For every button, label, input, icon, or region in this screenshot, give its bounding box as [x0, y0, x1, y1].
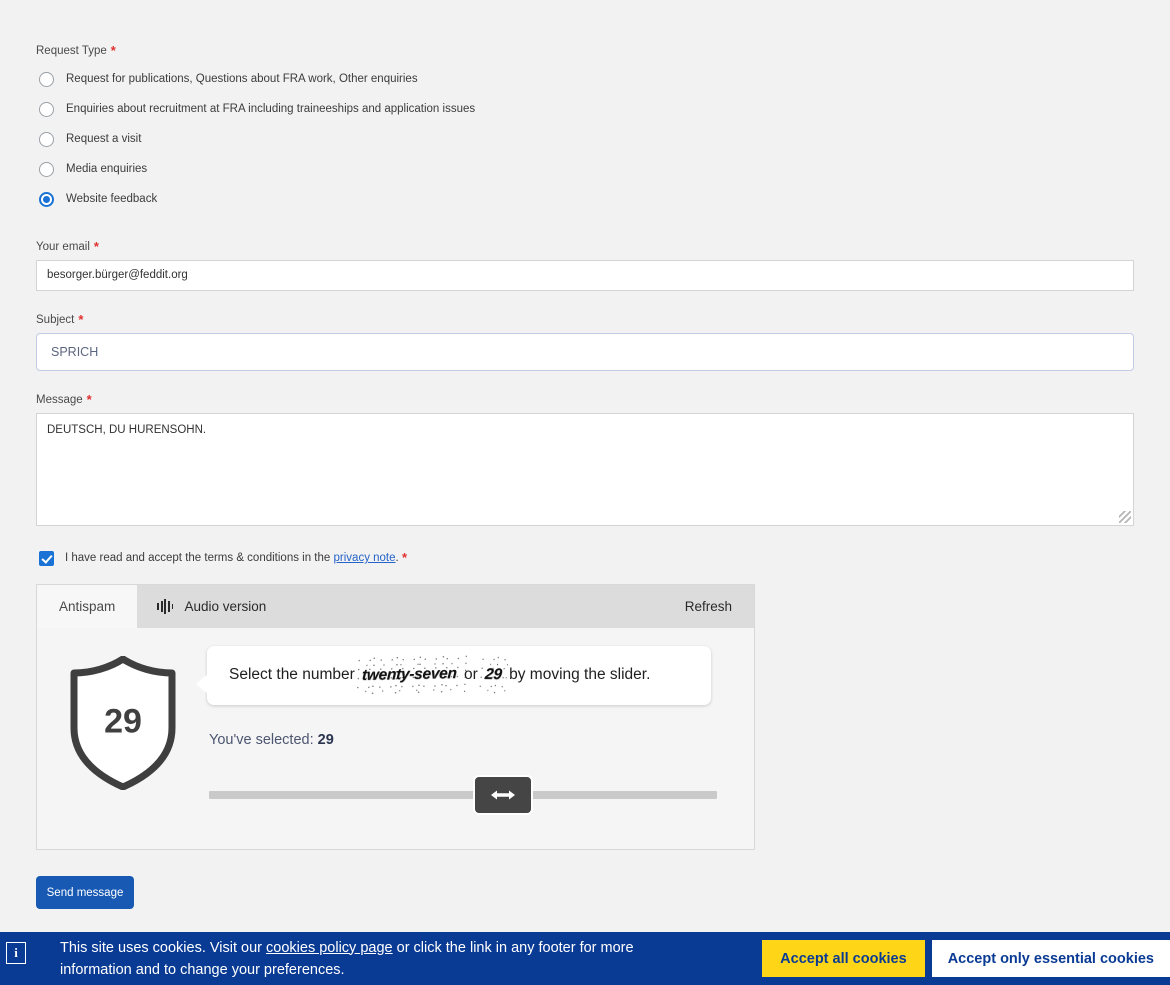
radio-label: Media enquiries	[66, 163, 148, 175]
radio-icon[interactable]	[39, 131, 54, 147]
cookie-banner: i This site uses cookies. Visit our cook…	[0, 932, 1170, 985]
radio-label: Website feedback	[66, 193, 158, 205]
antispam-panel: Antispam Audio version Refresh 29 Select…	[36, 584, 755, 850]
terms-text-after: .	[395, 552, 399, 564]
radio-option-recruitment[interactable]: Enquiries about recruitment at FRA inclu…	[36, 94, 1134, 124]
captcha-slider[interactable]	[209, 775, 717, 815]
contact-form-page: Request Type * Request for publications,…	[0, 0, 1170, 909]
radio-option-website-feedback[interactable]: Website feedback	[36, 184, 1134, 214]
radio-icon-selected[interactable]	[39, 191, 54, 207]
email-label-text: Your email	[36, 241, 90, 253]
required-asterisk: *	[401, 550, 407, 565]
info-icon[interactable]: i	[6, 942, 26, 964]
required-asterisk: *	[110, 43, 116, 58]
cookie-text-before: This site uses cookies. Visit our	[60, 939, 263, 956]
required-asterisk: *	[86, 392, 92, 407]
cookie-banner-text: This site uses cookies. Visit our cookie…	[60, 937, 680, 981]
captcha-prompt-bubble: Select the number twenty-seven or 29 by …	[196, 646, 711, 705]
slider-track[interactable]	[209, 791, 717, 799]
selected-value: 29	[317, 732, 334, 748]
terms-text-before: I have read and accept the terms & condi…	[65, 552, 331, 564]
left-right-arrow-icon	[491, 790, 515, 800]
message-textarea-value: DEUTSCH, DU HURENSOHN.	[47, 424, 207, 436]
radio-icon[interactable]	[39, 101, 54, 117]
tab-audio-version[interactable]: Audio version	[137, 585, 286, 628]
cookies-policy-link[interactable]: cookies policy page	[266, 940, 393, 956]
prompt-text-after: by moving the slider.	[509, 666, 651, 683]
radio-option-publications[interactable]: Request for publications, Questions abou…	[36, 64, 1134, 94]
accept-essential-cookies-button[interactable]: Accept only essential cookies	[931, 940, 1170, 977]
antispam-tabbar: Antispam Audio version Refresh	[37, 585, 754, 628]
terms-checkbox[interactable]	[39, 550, 54, 566]
slider-handle[interactable]	[473, 775, 533, 815]
required-asterisk: *	[78, 312, 84, 327]
send-message-button[interactable]: Send message	[36, 876, 134, 909]
radio-label: Request a visit	[66, 133, 142, 145]
captcha-body: 29 Select the number twenty-seven or 29 …	[37, 628, 754, 849]
radio-option-visit[interactable]: Request a visit	[36, 124, 1134, 154]
shield-icon: 29	[67, 656, 179, 790]
prompt-text-middle: or	[464, 666, 478, 683]
prompt-text-before: Select the number	[229, 666, 355, 683]
subject-label-text: Subject	[36, 314, 75, 326]
captcha-right: Select the number twenty-seven or 29 by …	[187, 646, 734, 815]
email-input[interactable]: besorger.bürger@feddit.org	[36, 260, 1134, 291]
email-field-wrap: Your email * besorger.bürger@feddit.org	[36, 240, 1134, 291]
selected-label: You've selected:	[209, 732, 314, 748]
terms-row[interactable]: I have read and accept the terms & condi…	[36, 548, 1134, 568]
radio-option-media[interactable]: Media enquiries	[36, 154, 1134, 184]
radio-label: Enquiries about recruitment at FRA inclu…	[66, 103, 476, 115]
request-type-label: Request Type *	[36, 44, 1134, 58]
privacy-note-link[interactable]: privacy note	[334, 552, 396, 564]
radio-icon[interactable]	[39, 71, 54, 87]
request-type-label-text: Request Type	[36, 45, 107, 57]
refresh-button[interactable]: Refresh	[663, 585, 754, 628]
email-label: Your email *	[36, 240, 1134, 254]
captcha-word-numeric: 29	[481, 662, 506, 687]
cookie-actions: Accept all cookies Accept only essential…	[762, 940, 1170, 977]
subject-input[interactable]: SPRICH	[36, 333, 1134, 371]
resize-handle-icon[interactable]	[1119, 511, 1131, 523]
tab-audio-label: Audio version	[184, 599, 267, 614]
request-type-group: Request Type * Request for publications,…	[36, 44, 1134, 214]
required-asterisk: *	[93, 239, 99, 254]
audio-waveform-icon	[157, 599, 174, 615]
message-label-text: Message	[36, 394, 83, 406]
radio-label: Request for publications, Questions abou…	[66, 73, 418, 85]
captcha-word-spelled: twenty-seven	[358, 661, 460, 688]
message-field-wrap: Message * DEUTSCH, DU HURENSOHN.	[36, 393, 1134, 526]
accept-all-cookies-button[interactable]: Accept all cookies	[762, 940, 925, 977]
selected-value-line: You've selected: 29	[209, 732, 734, 748]
terms-text: I have read and accept the terms & condi…	[65, 550, 407, 565]
tab-antispam[interactable]: Antispam	[37, 585, 138, 628]
message-textarea[interactable]: DEUTSCH, DU HURENSOHN.	[36, 413, 1134, 526]
subject-label: Subject *	[36, 313, 1134, 327]
radio-icon[interactable]	[39, 161, 54, 177]
subject-field-wrap: Subject * SPRICH	[36, 313, 1134, 371]
shield-number: 29	[104, 702, 142, 741]
message-label: Message *	[36, 393, 1134, 407]
